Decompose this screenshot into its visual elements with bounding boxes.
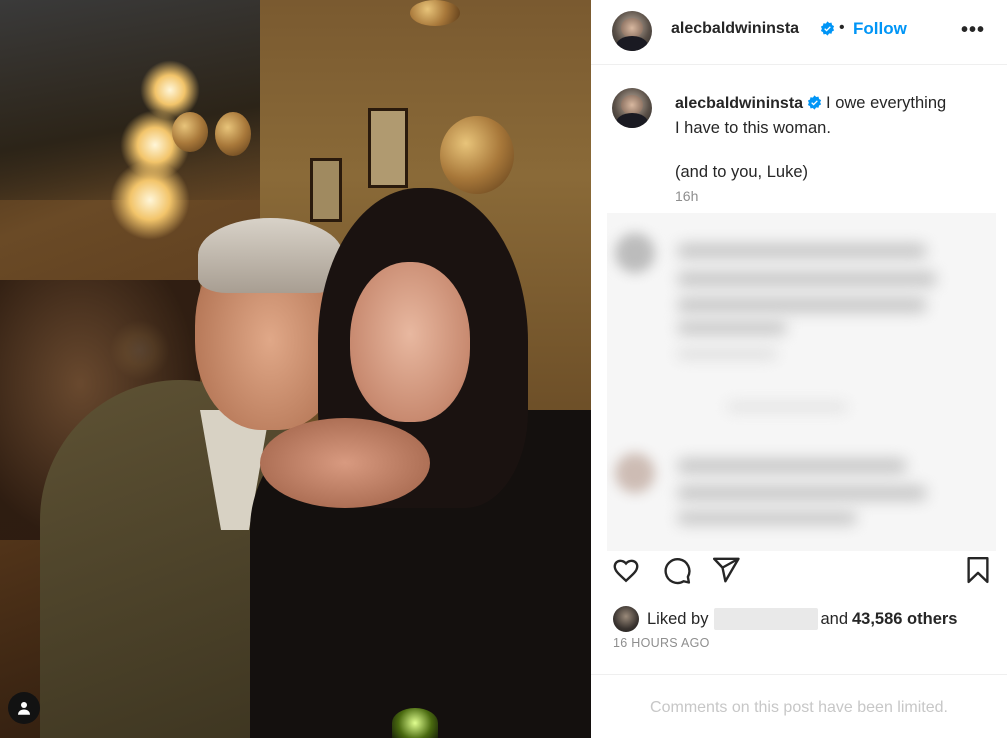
comment-replies [727, 403, 847, 411]
comment-line [677, 271, 937, 287]
likes-count[interactable]: 43,586 others [852, 610, 957, 629]
likes-summary: Liked by and 43,586 others [613, 606, 957, 632]
caption-avatar[interactable] [612, 88, 652, 128]
photo-woman-shoulder [260, 418, 430, 508]
heart-icon [613, 559, 639, 583]
save-button[interactable] [963, 555, 993, 585]
comment-line [677, 511, 857, 525]
photo-woman-face [350, 262, 470, 422]
separator-dot: • [839, 19, 845, 36]
comment-line [677, 458, 907, 474]
header-username[interactable]: alecbaldwininsta [671, 20, 799, 38]
photo-balloon [172, 112, 208, 152]
tagged-users-button[interactable] [8, 692, 40, 724]
photo-balloon [215, 112, 251, 156]
liker-name-redacted[interactable] [714, 608, 819, 630]
comment-line [677, 243, 927, 259]
comment-button[interactable] [662, 555, 692, 585]
photo-wall-frame [368, 108, 408, 188]
comment-meta [677, 349, 777, 359]
caption-username[interactable]: alecbaldwininsta [675, 95, 803, 112]
share-button[interactable] [711, 555, 741, 585]
comment-line [677, 485, 927, 501]
caption-text: alecbaldwininsta I owe everything I have… [675, 91, 985, 184]
caption-line-1: I owe everything [826, 94, 947, 112]
caption-timestamp[interactable]: 16h [675, 188, 698, 204]
more-options-icon[interactable]: ••• [961, 20, 985, 40]
post-actions-bar [591, 551, 1007, 591]
post-photo[interactable] [0, 0, 591, 738]
comment-line [677, 297, 927, 313]
liked-by-label: Liked by [647, 609, 709, 628]
photo-balloon [410, 0, 460, 26]
like-button[interactable] [611, 555, 641, 585]
liked-by-and: and [820, 609, 848, 628]
photo-table-candle [392, 708, 438, 738]
comments-limited-notice: Comments on this post have been limited. [591, 674, 1007, 738]
verified-badge-icon [804, 94, 826, 112]
post-timestamp[interactable]: 16 HOURS AGO [613, 636, 710, 650]
comment-icon [664, 558, 691, 585]
comments-list-blurred[interactable] [607, 213, 996, 551]
user-icon [18, 702, 30, 715]
profile-avatar[interactable] [612, 11, 652, 51]
caption-line-3: (and to you, Luke) [675, 163, 808, 181]
post-header: alecbaldwininsta • Follow ••• [591, 0, 1007, 65]
photo-balloon [440, 116, 514, 194]
comment-avatar [615, 233, 655, 273]
bookmark-icon [967, 556, 989, 584]
photo-wall-frame [310, 158, 342, 222]
follow-button[interactable]: Follow [853, 19, 907, 39]
send-icon [712, 557, 740, 583]
caption-line-2: I have to this woman. [675, 119, 831, 137]
photo-man-hair [198, 218, 343, 293]
verified-badge-icon [817, 21, 835, 39]
post-side-panel: alecbaldwininsta • Follow ••• alecbaldwi… [591, 0, 1007, 738]
photo-lamp [110, 160, 190, 240]
comment-avatar [615, 453, 655, 493]
liker-avatar[interactable] [613, 606, 639, 632]
comment-line [677, 321, 787, 335]
